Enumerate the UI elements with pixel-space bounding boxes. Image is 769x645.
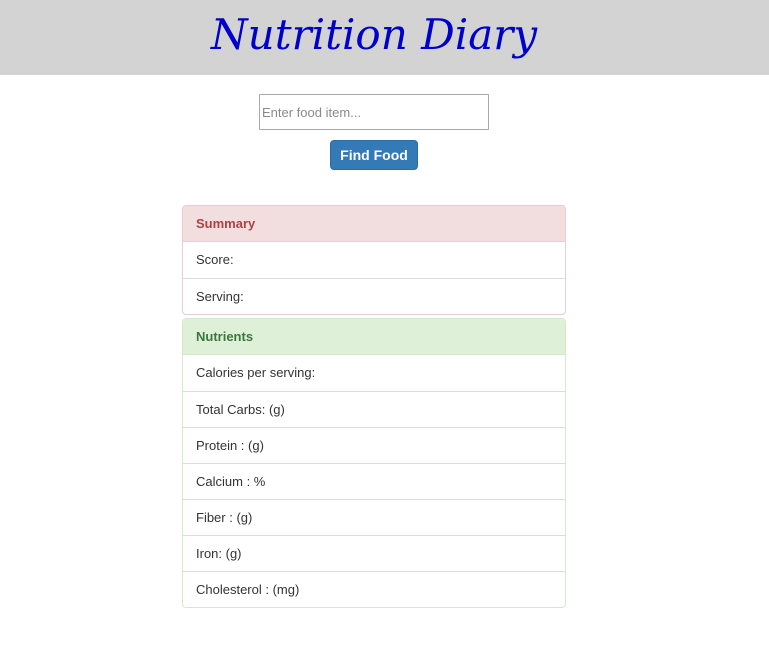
- nutrient-cholesterol-row: Cholesterol : (mg): [183, 571, 565, 607]
- page-header: Nutrition Diary: [0, 0, 769, 75]
- summary-heading: Summary: [183, 206, 565, 242]
- nutrient-fiber-row: Fiber : (g): [183, 499, 565, 535]
- summary-list: Score: Serving:: [183, 242, 565, 314]
- find-food-button[interactable]: Find Food: [330, 140, 418, 170]
- nutrients-panel: Nutrients Calories per serving: Total Ca…: [182, 318, 566, 608]
- page-title: Nutrition Diary: [210, 10, 538, 59]
- nutrients-heading: Nutrients: [183, 319, 565, 355]
- summary-panel: Summary Score: Serving:: [182, 205, 566, 315]
- food-search-input[interactable]: [259, 94, 489, 130]
- nutrient-iron-row: Iron: (g): [183, 535, 565, 571]
- nutrients-list: Calories per serving: Total Carbs: (g) P…: [183, 355, 565, 607]
- nutrient-calcium-row: Calcium : %: [183, 463, 565, 499]
- summary-serving-row: Serving:: [183, 278, 565, 314]
- nutrient-calories-row: Calories per serving:: [196, 365, 316, 380]
- summary-score-row: Score:: [196, 252, 234, 267]
- nutrient-protein-row: Protein : (g): [183, 427, 565, 463]
- nutrient-carbs-row: Total Carbs: (g): [183, 391, 565, 427]
